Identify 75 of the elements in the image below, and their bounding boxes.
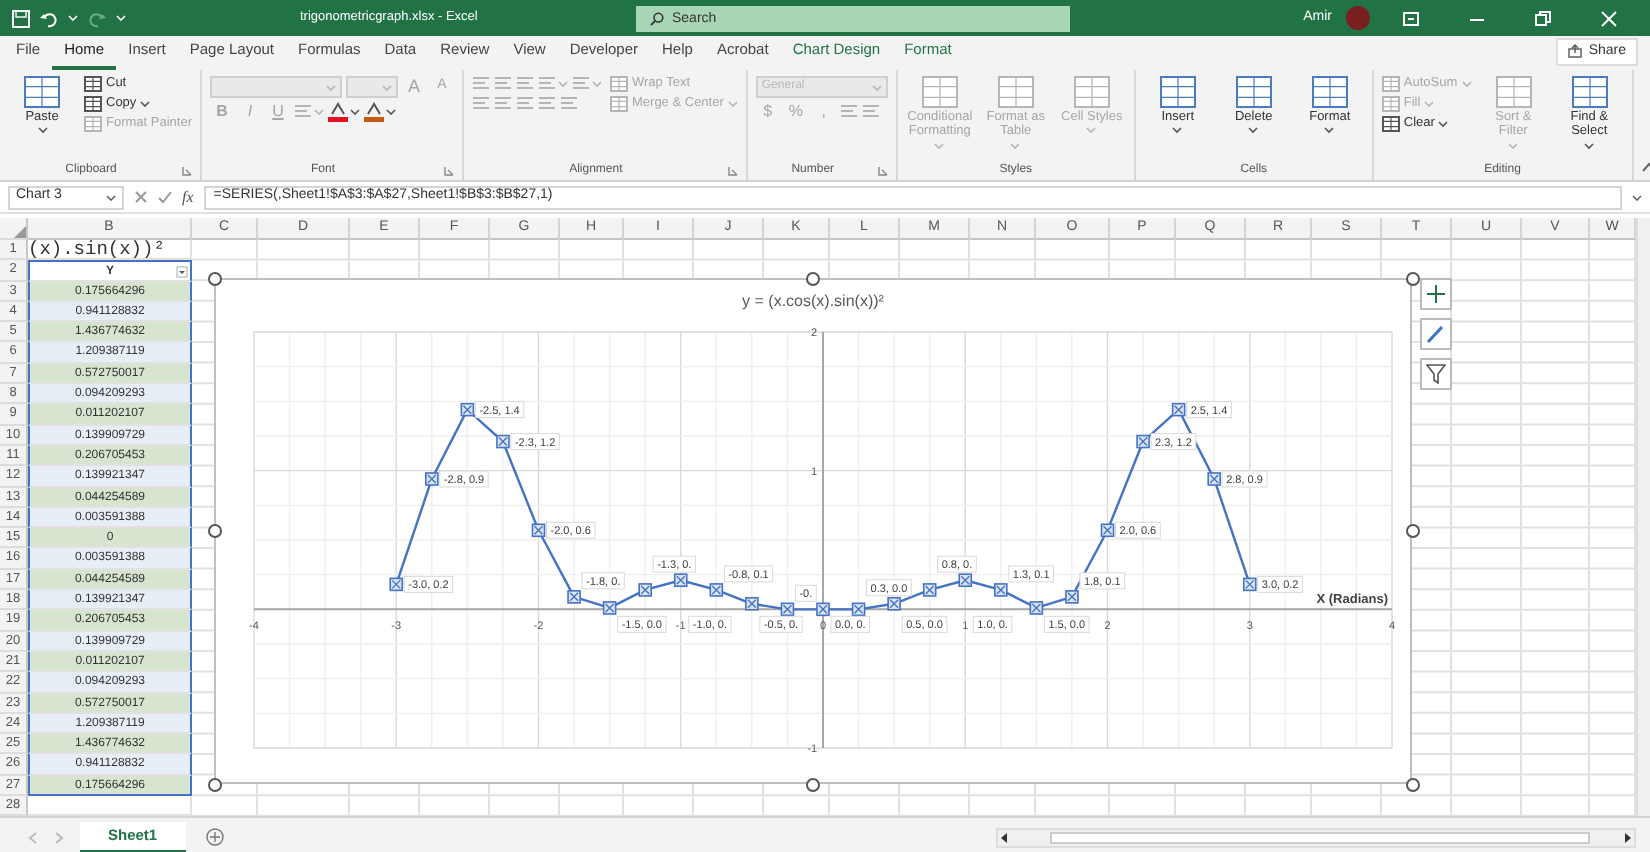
grid-icon [84,116,102,132]
lines-icon [572,76,590,92]
chart-filters-button[interactable] [1420,358,1452,390]
avatar[interactable] [1346,6,1370,30]
enter-icon[interactable] [158,190,172,204]
grid-icon [1381,76,1400,92]
lines-icon [516,76,534,92]
grid-icon [1073,76,1110,108]
brush-icon [1426,324,1446,344]
lines-icon [538,76,556,92]
resize-handle[interactable] [207,777,221,791]
grid-icon [610,96,628,112]
next-sheet-icon[interactable] [54,831,64,843]
caret-icon [1632,193,1642,201]
launcher-icon[interactable] [444,165,454,175]
chart-title: y = (x.cos(x).sin(x))² [742,290,884,314]
toolbar-button[interactable] [364,102,396,122]
cancel-icon[interactable] [134,190,148,204]
lines-icon [494,96,512,112]
resize-handle[interactable] [207,524,221,538]
grid-icon [1311,76,1348,108]
grid-icon [1235,76,1272,108]
grid-icon [997,76,1034,108]
grid-icon [84,96,102,112]
grid-icon [610,76,628,92]
grid-icon [1159,76,1196,108]
launcher-icon[interactable] [877,165,888,175]
lines-icon [560,96,578,112]
resize-handle[interactable] [1405,271,1419,285]
lines-icon [494,76,512,92]
plus-icon [1426,284,1446,304]
caret-icon [106,193,116,201]
add-sheet-icon[interactable] [205,828,224,846]
insert-function-button[interactable]: fx [182,185,194,209]
caret-icon [871,83,882,91]
grid-icon [1495,76,1532,108]
ribbon-display-icon[interactable] [1401,9,1419,27]
lines-icon [839,103,858,120]
caret-icon [326,83,336,91]
lines-icon [861,103,880,120]
filter-dropdown-icon[interactable] [176,266,188,279]
share-icon [1568,44,1583,59]
grid-icon [1381,96,1400,112]
vertical-scrollbar[interactable] [1636,218,1650,816]
caret-icon [382,83,392,91]
resize-handle[interactable] [806,271,820,285]
search-icon [650,11,664,25]
save-icon[interactable] [12,9,30,27]
lines-icon [538,96,556,112]
lines-icon [472,96,490,112]
launcher-icon[interactable] [727,165,738,175]
grid-icon [1381,116,1400,132]
previous-sheet-icon[interactable] [28,831,38,843]
lines-icon [294,104,312,120]
grid-icon [1571,76,1608,108]
chart-styles-button[interactable] [1420,318,1452,350]
scroll-right-icon [1622,831,1634,843]
undo-icon[interactable] [40,9,58,27]
grid-icon [84,76,102,92]
caret-icon [116,14,126,22]
resize-handle[interactable] [207,271,221,285]
close-icon[interactable] [1599,9,1617,27]
grid-icon [24,76,60,108]
lines-icon [516,96,534,112]
scroll-left-icon [998,831,1010,843]
chart-elements-button[interactable] [1420,278,1452,310]
launcher-icon[interactable] [182,165,192,175]
lines-icon [472,76,490,92]
redo-icon [88,9,106,27]
grid-icon [921,76,958,108]
caret-icon [68,14,78,22]
horizontal-scrollbar[interactable] [996,827,1636,847]
toolbar-button[interactable] [328,102,360,122]
restore-icon[interactable] [1533,9,1551,27]
filter-icon [1426,364,1446,384]
